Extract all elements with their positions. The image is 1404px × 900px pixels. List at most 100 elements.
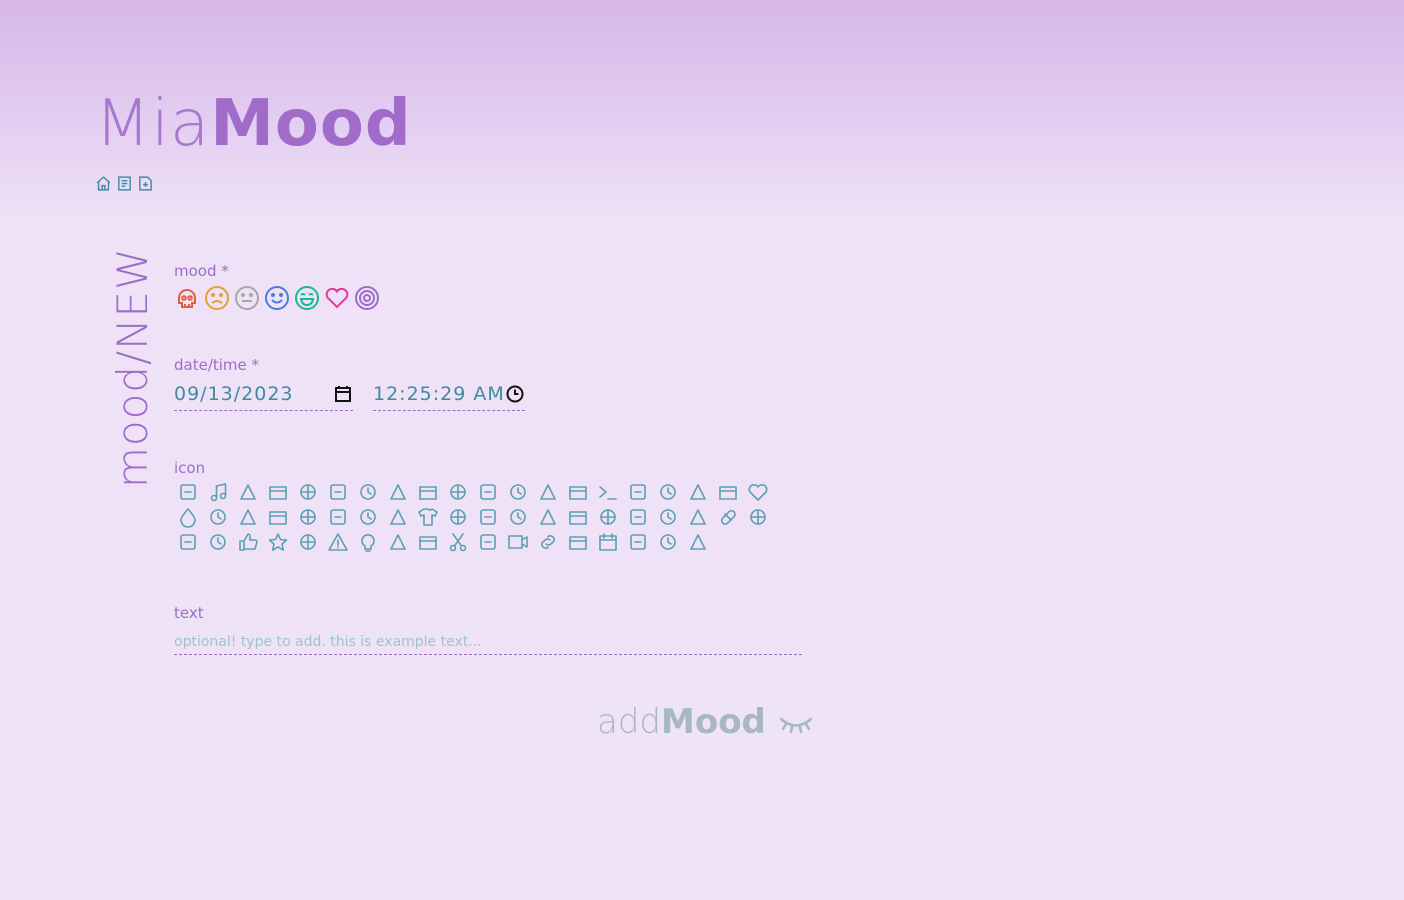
mood-option-focus[interactable] bbox=[354, 285, 380, 311]
icon-option[interactable] bbox=[356, 481, 380, 503]
icon-option[interactable] bbox=[206, 506, 230, 528]
icon-option[interactable] bbox=[266, 531, 290, 553]
icon-option[interactable] bbox=[686, 531, 710, 553]
icon-option[interactable] bbox=[386, 481, 410, 503]
icon-option[interactable] bbox=[266, 506, 290, 528]
icon-option[interactable] bbox=[626, 481, 650, 503]
icon-option[interactable] bbox=[326, 506, 350, 528]
umbrella-icon bbox=[540, 509, 556, 525]
mood-option-meh[interactable] bbox=[234, 285, 260, 311]
thumbs-up-icon bbox=[239, 533, 258, 551]
icon-option[interactable] bbox=[266, 481, 290, 503]
dollar-bill-icon bbox=[269, 511, 287, 525]
moon-stars-icon bbox=[569, 511, 587, 525]
icon-option[interactable] bbox=[386, 531, 410, 553]
time-input[interactable]: 12:25:29 AM bbox=[373, 378, 525, 411]
calendar-picker-icon[interactable] bbox=[333, 384, 353, 404]
pill-icon bbox=[720, 509, 736, 525]
icon-option[interactable] bbox=[686, 481, 710, 503]
icon-option[interactable] bbox=[236, 506, 260, 528]
icon-option[interactable] bbox=[746, 481, 770, 503]
icon-option[interactable] bbox=[566, 531, 590, 553]
icon-option[interactable] bbox=[476, 506, 500, 528]
icon-option[interactable] bbox=[536, 481, 560, 503]
icon-option[interactable] bbox=[506, 506, 530, 528]
icon-option[interactable] bbox=[326, 481, 350, 503]
icon-option[interactable] bbox=[446, 506, 470, 528]
video-icon bbox=[508, 535, 528, 549]
plant-icon bbox=[690, 484, 706, 500]
zoom-icon bbox=[390, 534, 406, 550]
mood-option-good[interactable] bbox=[264, 285, 290, 311]
icon-option[interactable] bbox=[506, 531, 530, 553]
icon-option[interactable] bbox=[416, 531, 440, 553]
icon-option[interactable] bbox=[476, 531, 500, 553]
mood-option-great[interactable] bbox=[294, 285, 320, 311]
icon-option[interactable] bbox=[506, 481, 530, 503]
icon-option[interactable] bbox=[446, 531, 470, 553]
calendar-icon bbox=[599, 533, 617, 551]
icon-option[interactable] bbox=[296, 481, 320, 503]
heart-icon bbox=[748, 483, 768, 501]
icon-option[interactable] bbox=[386, 506, 410, 528]
icon-option[interactable] bbox=[626, 531, 650, 553]
icon-option[interactable] bbox=[656, 506, 680, 528]
closed-eye-icon bbox=[779, 717, 813, 734]
nav-home-button[interactable] bbox=[95, 175, 112, 192]
nav-list-button[interactable] bbox=[116, 175, 133, 192]
icon-option[interactable] bbox=[356, 506, 380, 528]
icon-option[interactable] bbox=[296, 531, 320, 553]
icon-option[interactable] bbox=[236, 481, 260, 503]
icon-option[interactable] bbox=[206, 531, 230, 553]
icon-option[interactable] bbox=[356, 531, 380, 553]
icon-option[interactable] bbox=[416, 506, 440, 528]
app-logo[interactable]: MiaMood bbox=[95, 92, 412, 156]
scissors-icon bbox=[449, 533, 467, 552]
icon-option[interactable] bbox=[566, 481, 590, 503]
truck-icon bbox=[360, 484, 376, 500]
text-placeholder: optional! type to add. this is example t… bbox=[174, 634, 482, 650]
icon-option[interactable] bbox=[716, 506, 740, 528]
icon-option[interactable] bbox=[596, 506, 620, 528]
icon-option[interactable] bbox=[236, 531, 260, 553]
icon-option[interactable] bbox=[206, 481, 230, 503]
balloon-icon bbox=[569, 486, 587, 500]
icon-option[interactable] bbox=[176, 481, 200, 503]
icon-option[interactable] bbox=[476, 481, 500, 503]
icon-option[interactable] bbox=[566, 506, 590, 528]
icon-option[interactable] bbox=[656, 481, 680, 503]
lightbulb-icon bbox=[361, 534, 375, 552]
icon-option[interactable] bbox=[746, 506, 770, 528]
icon-option[interactable] bbox=[176, 506, 200, 528]
add-mood-button[interactable]: addMood bbox=[597, 702, 814, 742]
icon-option[interactable] bbox=[596, 481, 620, 503]
icon-option[interactable] bbox=[416, 481, 440, 503]
cocktail-icon bbox=[480, 484, 496, 500]
icon-option[interactable] bbox=[596, 531, 620, 553]
home-icon bbox=[96, 176, 111, 191]
icon-option[interactable] bbox=[536, 531, 560, 553]
icon-option[interactable] bbox=[686, 506, 710, 528]
icon-option[interactable] bbox=[536, 506, 560, 528]
mood-label: mood * bbox=[174, 262, 229, 280]
date-input[interactable]: 09/13/2023 bbox=[174, 378, 353, 411]
first-aid-kit-icon bbox=[300, 509, 316, 525]
pencil-icon bbox=[660, 534, 676, 550]
text-field[interactable]: optional! type to add. this is example t… bbox=[174, 634, 802, 655]
clock-picker-icon[interactable] bbox=[505, 384, 525, 404]
icon-option[interactable] bbox=[326, 531, 350, 553]
icon-option[interactable] bbox=[296, 506, 320, 528]
warning-icon bbox=[328, 533, 348, 551]
neutral-face-icon bbox=[235, 286, 259, 310]
icon-option[interactable] bbox=[716, 481, 740, 503]
nav-new-entry-button[interactable] bbox=[137, 175, 154, 192]
icon-option[interactable] bbox=[446, 481, 470, 503]
mood-option-bad[interactable] bbox=[204, 285, 230, 311]
bus-icon bbox=[510, 509, 526, 525]
icon-option[interactable] bbox=[176, 531, 200, 553]
mood-option-love[interactable] bbox=[324, 285, 350, 311]
icon-option[interactable] bbox=[626, 506, 650, 528]
new-entry-icon bbox=[139, 176, 152, 191]
icon-option[interactable] bbox=[656, 531, 680, 553]
mood-option-awful[interactable] bbox=[174, 285, 200, 311]
